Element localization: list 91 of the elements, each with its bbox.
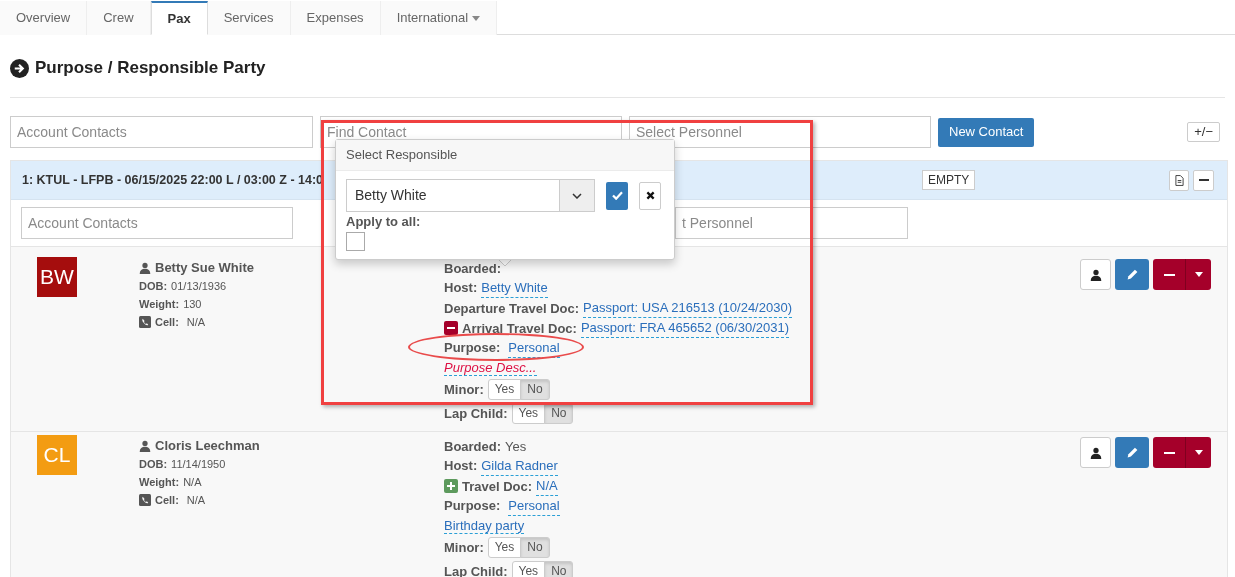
field-label: Travel Doc:	[462, 477, 533, 496]
field-label: Host:	[444, 279, 478, 297]
field-value: 01/13/1936	[171, 279, 227, 294]
minus-icon[interactable]	[444, 321, 458, 335]
field-label: Lap Child:	[444, 404, 508, 423]
field-label: Departure Travel Doc:	[444, 299, 580, 318]
expand-collapse-button[interactable]: +/−	[1187, 122, 1220, 142]
section-heading: Purpose / Responsible Party	[35, 57, 266, 80]
tab[interactable]: Pax	[150, 1, 208, 35]
edit-button[interactable]	[1115, 437, 1149, 468]
phone-icon	[139, 494, 151, 506]
field-value: 130	[183, 297, 202, 312]
field-label: Purpose:	[444, 497, 501, 515]
profile-button[interactable]	[1080, 437, 1111, 468]
remove-split-button[interactable]	[1153, 259, 1211, 290]
field-value: N/A	[186, 493, 206, 508]
purpose-description-link[interactable]: Purpose Desc...	[444, 360, 537, 376]
field-label: Boarded:	[444, 438, 502, 456]
field-label: Minor:	[444, 380, 484, 399]
pencil-icon	[1125, 446, 1139, 459]
avatar: BW	[37, 257, 77, 297]
field-label: Weight:	[139, 297, 180, 312]
remove-split-button[interactable]	[1153, 437, 1211, 468]
field-label: DOB:	[139, 279, 168, 294]
confirm-button[interactable]	[606, 181, 628, 210]
field-label: Weight:	[139, 475, 180, 490]
caret-icon	[1194, 450, 1203, 455]
field-value: Yes	[505, 438, 527, 456]
status-badge: EMPTY	[922, 170, 976, 190]
person-icon	[139, 262, 151, 274]
tab[interactable]: Overview	[0, 1, 88, 35]
toggle-option[interactable]: No	[520, 378, 550, 400]
close-icon	[645, 191, 655, 200]
minus-icon	[1163, 451, 1175, 454]
document-button[interactable]	[1169, 169, 1189, 191]
chevron-down-icon	[572, 192, 582, 199]
text-field[interactable]: t Personnel	[675, 207, 908, 239]
new-contact-button[interactable]: New Contact	[938, 117, 1035, 147]
passenger-name: Cloris Leechman	[155, 437, 260, 455]
person-icon	[1089, 446, 1102, 459]
responsible-select[interactable]: Betty White	[346, 179, 595, 212]
text-field[interactable]: Account Contacts	[21, 207, 293, 239]
field-value: N/A	[186, 315, 206, 330]
pencil-icon	[1125, 268, 1139, 281]
document-icon	[1174, 174, 1184, 186]
field-label: Host:	[444, 457, 478, 475]
field-label: DOB:	[139, 457, 168, 472]
toggle-option[interactable]: Yes	[487, 536, 522, 558]
minus-icon	[1163, 273, 1175, 276]
travel-doc-link[interactable]: Passport: USA 216513 (10/24/2030)	[583, 298, 792, 318]
tab[interactable]: International	[380, 1, 498, 35]
toggle-option[interactable]: No	[544, 560, 574, 577]
caret-icon	[1194, 272, 1203, 277]
phone-icon	[139, 316, 151, 328]
text-field[interactable]: Account Contacts	[10, 116, 313, 148]
purpose-link[interactable]: Personal	[508, 338, 560, 358]
person-icon	[1089, 268, 1102, 281]
field-label: Cell:	[155, 493, 179, 508]
arrow-right-icon	[10, 58, 29, 78]
apply-checkbox[interactable]	[346, 232, 365, 251]
avatar: CL	[37, 435, 77, 475]
host-link[interactable]: Gilda Radner	[481, 456, 558, 476]
field-label: Boarded:	[444, 260, 502, 278]
check-icon	[611, 191, 623, 200]
passenger-name: Betty Sue White	[155, 259, 254, 277]
tab[interactable]: Expenses	[290, 1, 381, 35]
popover-title: Select Responsible	[346, 146, 458, 165]
tab[interactable]: Crew	[87, 1, 151, 35]
travel-doc-link[interactable]: Passport: FRA 465652 (06/30/2031)	[580, 318, 790, 338]
field-label: Purpose:	[444, 339, 501, 357]
purpose-link[interactable]: Personal	[508, 496, 560, 516]
field-label: Cell:	[155, 315, 179, 330]
apply-label: Apply to all:	[346, 214, 422, 230]
minus-icon	[1198, 179, 1209, 181]
field-value: 11/14/1950	[171, 457, 226, 472]
purpose-description-link[interactable]: Birthday party	[444, 518, 525, 534]
host-link[interactable]: Betty White	[481, 278, 548, 298]
person-icon	[139, 440, 151, 452]
field-value: N/A	[183, 475, 202, 490]
tab[interactable]: Services	[207, 1, 291, 35]
toggle-option[interactable]: Yes	[511, 560, 546, 577]
field-label: Arrival Travel Doc:	[462, 319, 577, 338]
cancel-button[interactable]	[639, 181, 661, 210]
toggle-option[interactable]: No	[520, 536, 550, 558]
field-label: Minor:	[444, 538, 484, 557]
travel-doc-link[interactable]: N/A	[536, 476, 558, 496]
toggle-option[interactable]: Yes	[487, 378, 522, 400]
profile-button[interactable]	[1080, 259, 1111, 290]
collapse-button[interactable]	[1193, 169, 1214, 191]
plus-icon[interactable]	[444, 479, 458, 493]
edit-button[interactable]	[1115, 259, 1149, 290]
